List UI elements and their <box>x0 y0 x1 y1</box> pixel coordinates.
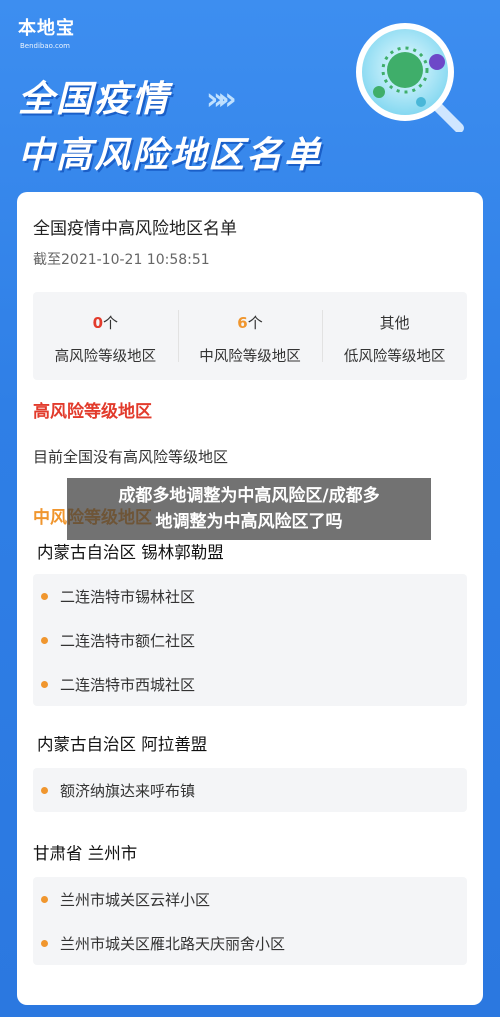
list-item: 额济纳旗达来呼布镇 <box>33 768 467 812</box>
region-heading: 甘肃省 兰州市 <box>33 844 138 863</box>
stat-unit: 个 <box>247 314 263 332</box>
list-item: 二连浩特市额仁社区 <box>33 618 467 662</box>
stat-count: 0个 <box>33 312 178 333</box>
stat-label: 中风险等级地区 <box>199 349 301 365</box>
region-heading: 内蒙古自治区 锡林郭勒盟 <box>37 543 224 562</box>
stat-label: 高风险等级地区 <box>54 349 157 365</box>
region-heading: 内蒙古自治区 阿拉善盟 <box>37 735 208 754</box>
brand-name: 本地宝 <box>18 18 75 39</box>
stat-number: 其他 <box>379 314 410 332</box>
list-item-label: 二连浩特市额仁社区 <box>60 631 196 650</box>
risk-summary: 0个 高风险等级地区 6个 中风险等级地区 其他 低风险等级地区 <box>33 292 467 380</box>
stat-number: 6 <box>237 314 248 332</box>
list-item-label: 兰州市城关区云祥小区 <box>60 890 211 909</box>
bullet-dot <box>41 939 48 947</box>
list-item-label: 二连浩特市西城社区 <box>60 675 196 694</box>
bullet-dot <box>41 786 48 794</box>
list-item: 兰州市城关区雁北路天庆丽舍小区 <box>33 921 467 965</box>
list-item: 兰州市城关区云祥小区 <box>33 877 467 921</box>
bullet-dot <box>41 592 48 600</box>
chevron-right-icon: »» <box>206 82 237 117</box>
high-risk-empty-text: 目前全国没有高风险等级地区 <box>33 448 229 466</box>
update-timestamp: 截至2021-10-21 10:58:51 <box>33 252 210 268</box>
list-item-label: 额济纳旗达来呼布镇 <box>60 781 196 800</box>
list-item: 二连浩特市锡林社区 <box>33 574 467 618</box>
hero-title-line1: 全国疫情 <box>18 79 171 120</box>
list-item: 二连浩特市西城社区 <box>33 662 467 706</box>
region-list: 额济纳旗达来呼布镇 <box>33 768 467 812</box>
bullet-dot <box>41 680 48 688</box>
list-item-label: 二连浩特市锡林社区 <box>60 587 196 606</box>
risk-stat: 其他 低风险等级地区 <box>322 292 467 380</box>
overlay-line2: 地调整为中高风险区了吗 <box>155 512 343 532</box>
region-list: 二连浩特市锡林社区 二连浩特市额仁社区 二连浩特市西城社区 <box>33 574 467 706</box>
overlay-line1: 成都多地调整为中高风险区/成都多 <box>118 486 380 506</box>
high-risk-title: 高风险等级地区 <box>33 402 152 422</box>
stat-label: 低风险等级地区 <box>343 349 446 365</box>
card-title: 全国疫情中高风险地区名单 <box>33 219 237 239</box>
article-title-overlay[interactable]: 成都多地调整为中高风险区/成都多 地调整为中高风险区了吗 <box>67 478 431 540</box>
bullet-dot <box>41 636 48 644</box>
hero-title-line2: 中高风险地区名单 <box>18 135 323 176</box>
risk-stat: 0个高风险等级地区 <box>33 292 178 380</box>
stat-count: 6个 <box>178 312 323 333</box>
list-item-label: 兰州市城关区雁北路天庆丽舍小区 <box>60 934 286 953</box>
stat-number: 0 <box>92 314 104 332</box>
stat-count: 其他 <box>322 312 467 333</box>
bullet-dot <box>41 895 48 903</box>
region-list: 兰州市城关区云祥小区 兰州市城关区雁北路天庆丽舍小区 <box>33 877 467 965</box>
risk-list-card: 全国疫情中高风险地区名单 截至2021-10-21 10:58:51 0个 高风险… <box>17 192 483 1005</box>
brand-logo: 本地宝 Bendibao.com <box>18 14 75 50</box>
risk-stat: 6个中风险等级地区 <box>177 292 323 380</box>
magnifier-virus-icon <box>356 23 464 132</box>
stat-unit: 个 <box>103 314 119 332</box>
brand-domain: Bendibao.com <box>20 42 71 50</box>
